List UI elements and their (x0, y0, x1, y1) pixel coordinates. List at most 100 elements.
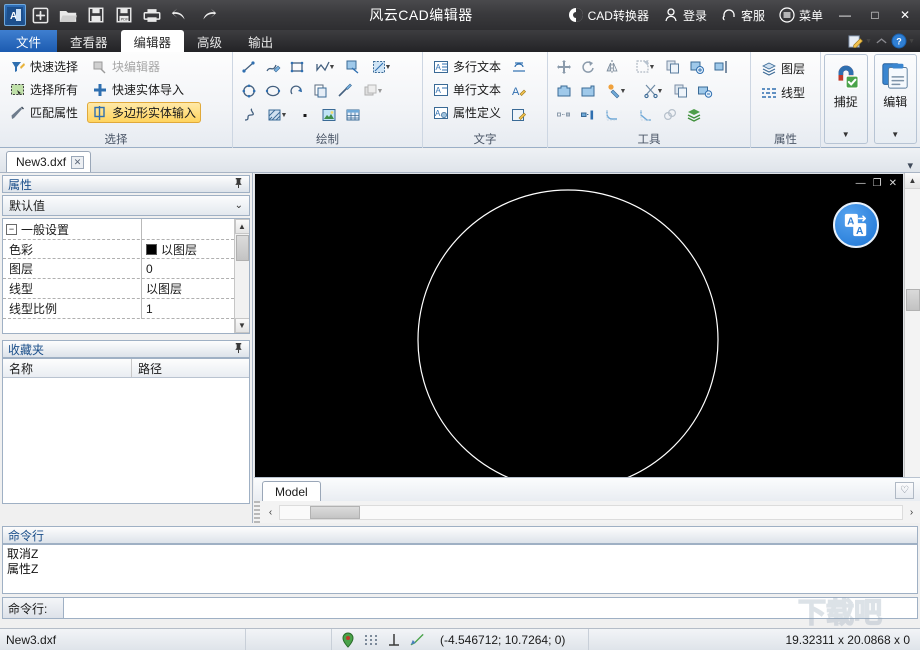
spline-icon[interactable] (334, 80, 356, 102)
undo-icon[interactable] (166, 2, 194, 28)
canvas-minimize-icon[interactable]: — (856, 178, 866, 189)
table-row[interactable]: 图层 0 (3, 258, 234, 279)
minimize-button[interactable]: — (830, 0, 860, 30)
pen-edit-icon[interactable] (847, 34, 864, 49)
region-icon[interactable]: ▼ (366, 56, 396, 78)
scale-ref-icon[interactable] (694, 80, 716, 102)
chamfer-icon[interactable] (635, 104, 657, 126)
property-group-row[interactable]: − 一般设置 (3, 219, 234, 239)
tab-viewer[interactable]: 查看器 (57, 30, 121, 52)
osnap-icon[interactable] (340, 631, 356, 648)
circle-icon[interactable] (238, 80, 260, 102)
favorite-heart-icon[interactable]: ♡ (895, 482, 914, 499)
line-icon[interactable] (238, 56, 260, 78)
tab-output[interactable]: 输出 (235, 30, 286, 52)
mirror-icon[interactable] (601, 56, 623, 78)
grid-icon[interactable] (363, 632, 379, 648)
property-value[interactable]: 0 (142, 262, 234, 276)
canvas-close-icon[interactable]: ✕ (889, 178, 897, 189)
table-icon[interactable] (342, 104, 364, 126)
polyline-edit-icon[interactable] (262, 56, 284, 78)
attribute-definition-button[interactable]: A 属性定义 (428, 102, 506, 123)
canvas-horizontal-scrollbar[interactable]: ‹ › (254, 501, 920, 523)
new-file-icon[interactable] (26, 2, 54, 28)
block-editor-button[interactable]: 块编辑器 (87, 56, 201, 77)
scissors-icon[interactable]: ▼ (638, 80, 668, 102)
hscroll-thumb[interactable] (310, 505, 360, 519)
hscroll-track[interactable] (279, 504, 903, 520)
help-dropdown-caret[interactable]: ▼ (908, 38, 915, 45)
copy-entity-icon[interactable] (310, 80, 332, 102)
ellipse-icon[interactable] (262, 80, 284, 102)
properties-pin-icon[interactable] (233, 177, 244, 192)
favorites-column-path[interactable]: 路径 (132, 359, 249, 377)
canvas-restore-icon[interactable]: ❐ (873, 178, 882, 189)
scroll-thumb[interactable] (235, 235, 249, 261)
layer-add-icon[interactable] (683, 104, 705, 126)
layers-button[interactable]: 图层 (756, 58, 810, 79)
property-value[interactable]: 1 (142, 302, 234, 316)
polyline-icon[interactable]: ▼ (310, 56, 340, 78)
image-insert-icon[interactable] (318, 104, 340, 126)
document-tab-close-icon[interactable]: ✕ (71, 155, 85, 169)
spline-curve-icon[interactable] (238, 104, 260, 126)
property-value[interactable]: 以图层 (142, 280, 234, 297)
duplicate-icon[interactable] (670, 80, 692, 102)
collapse-ribbon-icon[interactable] (875, 35, 888, 47)
otrack-icon[interactable] (409, 632, 426, 648)
snap-button[interactable]: 捕捉 ▼ (824, 54, 868, 144)
group-expander-icon[interactable]: − (6, 223, 17, 235)
tab-editor[interactable]: 编辑器 (120, 30, 185, 52)
property-value-cell[interactable]: 以图层 (142, 241, 234, 258)
edit-dropdown-caret[interactable]: ▼ (891, 130, 899, 139)
table-row[interactable]: 线型比例 1 (3, 298, 234, 319)
command-input[interactable] (64, 597, 918, 619)
snap-dropdown-caret[interactable]: ▼ (842, 130, 850, 139)
properties-vertical-scrollbar[interactable]: ▲ ▼ (234, 219, 249, 333)
save-pdf-icon[interactable]: PDF (110, 2, 138, 28)
select-all-button[interactable]: 选择所有 (5, 79, 83, 100)
table-row[interactable]: 色彩 以图层 (3, 239, 234, 259)
polygon-entity-input-button[interactable]: 多边形实体输入 (87, 102, 202, 123)
favorites-list[interactable]: 名称 路径 (2, 358, 250, 504)
tab-file[interactable]: 文件 (0, 30, 58, 52)
stack-icon[interactable]: ▼ (358, 80, 388, 102)
block-insert-icon[interactable] (342, 56, 364, 78)
ortho-icon[interactable] (386, 632, 402, 648)
arc-icon[interactable] (286, 80, 308, 102)
properties-target-selector[interactable]: 默认值 ⌄ (2, 195, 250, 216)
table-row[interactable]: 线型 以图层 (3, 278, 234, 299)
explode-icon[interactable]: ▼ (601, 80, 631, 102)
open-folder-icon[interactable] (54, 2, 82, 28)
close-button[interactable]: ✕ (890, 0, 920, 30)
login-button[interactable]: 登录 (656, 0, 714, 30)
edit-button[interactable]: 编辑 ▼ (873, 54, 917, 144)
mtext-button[interactable]: A 多行文本 (428, 56, 506, 77)
scroll-up-arrow-icon[interactable]: ▲ (234, 219, 249, 234)
redo-icon[interactable] (194, 2, 222, 28)
chevron-down-icon[interactable]: ⌄ (235, 200, 243, 211)
match-properties-button[interactable]: 匹配属性 (5, 102, 83, 123)
offset-icon[interactable] (686, 56, 708, 78)
text-edit-icon[interactable] (508, 104, 530, 126)
single-line-text-button[interactable]: A 单行文本 (428, 79, 506, 100)
maximize-button[interactable]: □ (860, 0, 890, 30)
help-icon[interactable]: ? (891, 33, 907, 49)
fillet-icon[interactable] (601, 104, 623, 126)
join-icon[interactable] (659, 104, 681, 126)
move-icon[interactable] (553, 56, 575, 78)
canvas-scroll-up-icon[interactable]: ▲ (904, 173, 920, 189)
document-tab-new3[interactable]: New3.dxf ✕ (6, 151, 92, 172)
array-icon[interactable]: ▼ (630, 56, 660, 78)
support-button[interactable]: 客服 (714, 0, 772, 30)
copy-icon[interactable] (662, 56, 684, 78)
document-tab-overflow-chevron[interactable]: ▾ (907, 159, 913, 172)
stretch-icon[interactable] (553, 104, 575, 126)
favorites-column-name[interactable]: 名称 (3, 359, 132, 377)
extend-box-icon[interactable] (577, 80, 599, 102)
command-log[interactable]: 取消Z 属性Z (2, 544, 918, 594)
scroll-down-arrow-icon[interactable]: ▼ (234, 318, 249, 333)
drawing-canvas[interactable]: — ❐ ✕ A A (255, 174, 903, 499)
hscroll-right-arrow-icon[interactable]: › (903, 504, 920, 521)
tab-advanced[interactable]: 高级 (184, 30, 235, 52)
